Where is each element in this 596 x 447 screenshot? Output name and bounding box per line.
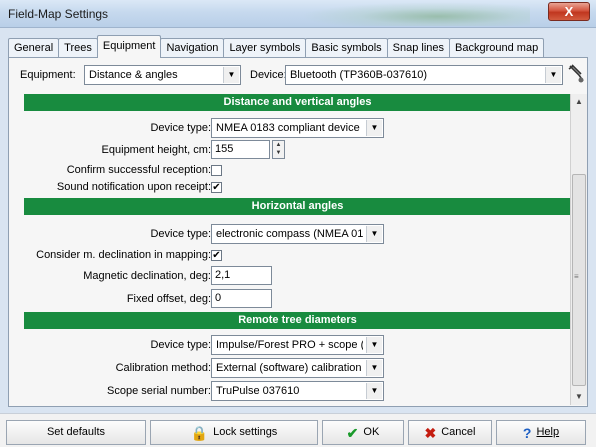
button-bar: Set defaults 🔒 Lock settings ✔ OK ✖ Canc…: [0, 413, 596, 447]
remote-device-type-value: Impulse/Forest PRO + scope (IFE: [216, 339, 363, 351]
equipment-height-label: Equipment height, cm:: [101, 144, 211, 156]
device-label: Device:: [250, 69, 287, 81]
horizontal-device-type-value: electronic compass (NMEA 0183: [216, 228, 363, 240]
checkmark-icon: ✔: [212, 250, 221, 261]
stepper-up-icon[interactable]: ▲: [273, 141, 284, 149]
scope-serial-select[interactable]: TruPulse 037610 ▼: [211, 381, 384, 401]
section-header-distance: Distance and vertical angles: [24, 94, 571, 111]
horizontal-device-type-select[interactable]: electronic compass (NMEA 0183 ▼: [211, 224, 384, 244]
section-header-horizontal: Horizontal angles: [24, 198, 571, 215]
fixed-offset-label: Fixed offset, deg:: [126, 293, 211, 305]
confirm-reception-label: Confirm successful reception:: [66, 164, 211, 176]
declination-mapping-label: Consider m. declination in mapping:: [36, 249, 211, 261]
equipment-label: Equipment:: [20, 69, 76, 81]
chevron-down-icon: ▼: [366, 337, 382, 353]
scope-serial-label: Scope serial number:: [107, 385, 211, 397]
remote-device-type-label: Device type:: [150, 339, 211, 351]
chevron-down-icon: ▼: [366, 120, 382, 136]
equipment-height-input[interactable]: 155: [211, 140, 270, 159]
title-bar: Field-Map Settings X: [0, 0, 596, 28]
distance-device-type-value: NMEA 0183 compliant device: [216, 122, 360, 134]
x-icon: ✖: [424, 424, 437, 441]
tool-icon[interactable]: [567, 63, 585, 85]
tab-general[interactable]: General: [8, 38, 60, 58]
close-icon: X: [564, 4, 574, 19]
settings-scroll-area[interactable]: Distance and vertical angles Device type…: [10, 94, 587, 405]
set-defaults-label: Set defaults: [46, 426, 106, 438]
calibration-method-label: Calibration method:: [115, 362, 211, 374]
magnetic-declination-input[interactable]: 2,1: [211, 266, 272, 285]
calibration-method-value: External (software) calibration: [216, 362, 362, 374]
tab-layer-symbols[interactable]: Layer symbols: [223, 38, 307, 58]
ok-button[interactable]: ✔ OK: [322, 420, 404, 445]
device-select[interactable]: Bluetooth (TP360B-037610) ▼: [285, 65, 563, 85]
device-select-value: Bluetooth (TP360B-037610): [290, 69, 427, 81]
equipment-panel: Equipment: Distance & angles ▼ Device: B…: [8, 57, 588, 407]
remote-device-type-select[interactable]: Impulse/Forest PRO + scope (IFE ▼: [211, 335, 384, 355]
equipment-select-value: Distance & angles: [89, 69, 178, 81]
scroll-up-icon[interactable]: ▲: [571, 94, 587, 110]
tab-trees[interactable]: Trees: [58, 38, 98, 58]
lock-settings-button[interactable]: 🔒 Lock settings: [150, 420, 318, 445]
tab-navigation[interactable]: Navigation: [160, 38, 225, 58]
magnetic-declination-label: Magnetic declination, deg:: [83, 270, 211, 282]
chevron-down-icon: ▼: [545, 67, 561, 83]
section-header-remote: Remote tree diameters: [24, 312, 571, 329]
scroll-down-icon[interactable]: ▼: [571, 389, 587, 405]
cancel-label: Cancel: [441, 426, 476, 438]
vertical-scrollbar[interactable]: ▲ ≡ ▼: [570, 94, 587, 405]
declination-mapping-checkbox[interactable]: ✔: [211, 250, 222, 261]
tab-background-map[interactable]: Background map: [449, 38, 545, 58]
sound-notification-label: Sound notification upon receipt:: [56, 181, 211, 193]
help-button[interactable]: ? Help: [496, 420, 586, 445]
question-icon: ?: [522, 424, 532, 441]
tab-equipment[interactable]: Equipment: [96, 35, 162, 58]
chevron-down-icon: ▼: [366, 226, 382, 242]
chevron-down-icon: ▼: [366, 383, 382, 399]
calibration-method-select[interactable]: External (software) calibration ▼: [211, 358, 384, 378]
scope-serial-value: TruPulse 037610: [216, 385, 300, 397]
scrollbar-grip-icon: ≡: [574, 272, 579, 281]
tab-snap-lines[interactable]: Snap lines: [386, 38, 451, 58]
sound-notification-checkbox[interactable]: ✔: [211, 182, 222, 193]
title-bar-glow: [300, 2, 530, 26]
horizontal-device-type-label: Device type:: [150, 228, 211, 240]
equipment-height-stepper[interactable]: ▲ ▼: [272, 140, 285, 159]
ok-label: OK: [363, 426, 380, 438]
lock-icon: 🔒: [190, 424, 209, 441]
window-title: Field-Map Settings: [8, 7, 109, 21]
chevron-down-icon: ▼: [223, 67, 239, 83]
fixed-offset-input[interactable]: 0: [211, 289, 272, 308]
stepper-down-icon[interactable]: ▼: [273, 149, 284, 157]
equipment-select[interactable]: Distance & angles ▼: [84, 65, 241, 85]
chevron-down-icon: ▼: [366, 360, 382, 376]
tab-basic-symbols[interactable]: Basic symbols: [305, 38, 388, 58]
tab-bar: General Trees Equipment Navigation Layer…: [8, 35, 545, 58]
cancel-button[interactable]: ✖ Cancel: [408, 420, 492, 445]
help-label: Help: [536, 426, 560, 438]
checkmark-icon: ✔: [212, 182, 221, 193]
close-button[interactable]: X: [548, 2, 590, 21]
checkmark-icon: ✔: [346, 424, 359, 441]
confirm-reception-checkbox[interactable]: [211, 165, 222, 176]
set-defaults-button[interactable]: Set defaults: [6, 420, 146, 445]
distance-device-type-label: Device type:: [150, 122, 211, 134]
lock-settings-label: Lock settings: [213, 426, 278, 438]
distance-device-type-select[interactable]: NMEA 0183 compliant device ▼: [211, 118, 384, 138]
